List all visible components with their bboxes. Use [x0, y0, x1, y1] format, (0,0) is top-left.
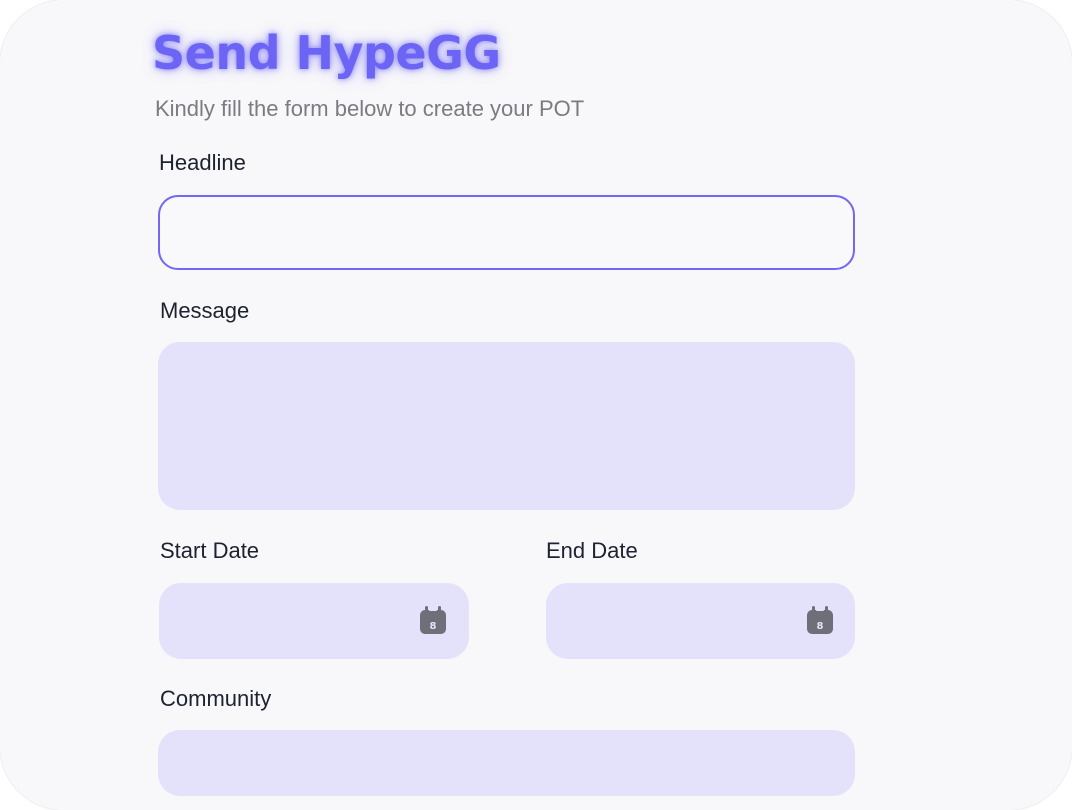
calendar-icon[interactable]: 8 [419, 605, 447, 635]
headline-label: Headline [159, 150, 246, 175]
end-date-label: End Date [546, 538, 638, 563]
community-input[interactable] [158, 730, 855, 796]
form-card: Send HypeGG Kindly fill the form below t… [0, 0, 1072, 810]
page-subtitle: Kindly fill the form below to create you… [155, 96, 585, 121]
page-title: Send HypeGG [152, 26, 501, 80]
start-date-label: Start Date [160, 538, 260, 563]
headline-input[interactable] [158, 195, 855, 270]
calendar-icon-day: 8 [817, 621, 824, 632]
message-label: Message [160, 298, 250, 323]
community-label: Community [160, 686, 272, 711]
end-date-field[interactable]: 8 [546, 583, 855, 659]
calendar-icon[interactable]: 8 [806, 605, 834, 635]
message-textarea[interactable] [158, 342, 855, 510]
calendar-icon-day: 8 [430, 621, 437, 632]
start-date-field[interactable]: 8 [159, 583, 469, 659]
